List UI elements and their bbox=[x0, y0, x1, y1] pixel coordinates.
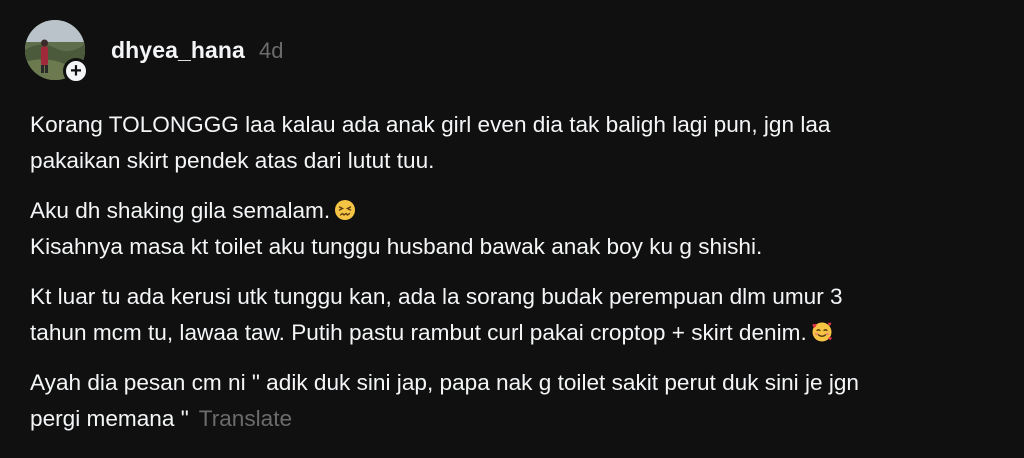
post-paragraph-1: Korang TOLONGGG laa kalau ada anak girl … bbox=[30, 107, 1010, 179]
post-paragraph-2: Aku dh shaking gila semalam. Kisahnya ma… bbox=[30, 193, 1010, 265]
follow-plus-button[interactable]: + bbox=[63, 58, 89, 84]
text-line: pakaikan skirt pendek atas dari lutut tu… bbox=[30, 148, 435, 173]
plus-icon: + bbox=[70, 60, 82, 82]
username-link[interactable]: dhyea_hana bbox=[111, 37, 245, 64]
text-line: tahun mcm tu, lawaa taw. Putih pastu ram… bbox=[30, 320, 807, 345]
text-line: Aku dh shaking gila semalam. bbox=[30, 198, 331, 223]
text-line: Kisahnya masa kt toilet aku tunggu husba… bbox=[30, 234, 763, 259]
post-paragraph-3: Kt luar tu ada kerusi utk tunggu kan, ad… bbox=[30, 279, 1010, 351]
post-body: Korang TOLONGGG laa kalau ada anak girl … bbox=[30, 107, 1010, 451]
smiling-face-with-hearts-icon bbox=[812, 322, 832, 342]
text-line: pergi memana " bbox=[30, 406, 189, 431]
translate-link[interactable]: Translate bbox=[199, 406, 292, 431]
text-line: Korang TOLONGGG laa kalau ada anak girl … bbox=[30, 112, 831, 137]
avatar-container[interactable]: + bbox=[25, 20, 89, 84]
post-header: dhyea_hana 4d bbox=[111, 37, 283, 69]
confounded-face-icon bbox=[335, 200, 356, 220]
thread-post: + dhyea_hana 4d Korang TOLONGGG laa kala… bbox=[0, 0, 1024, 458]
post-paragraph-4: Ayah dia pesan cm ni " adik duk sini jap… bbox=[30, 365, 1010, 437]
text-line: Kt luar tu ada kerusi utk tunggu kan, ad… bbox=[30, 284, 843, 309]
post-timestamp[interactable]: 4d bbox=[259, 38, 283, 64]
text-line: Ayah dia pesan cm ni " adik duk sini jap… bbox=[30, 370, 859, 395]
